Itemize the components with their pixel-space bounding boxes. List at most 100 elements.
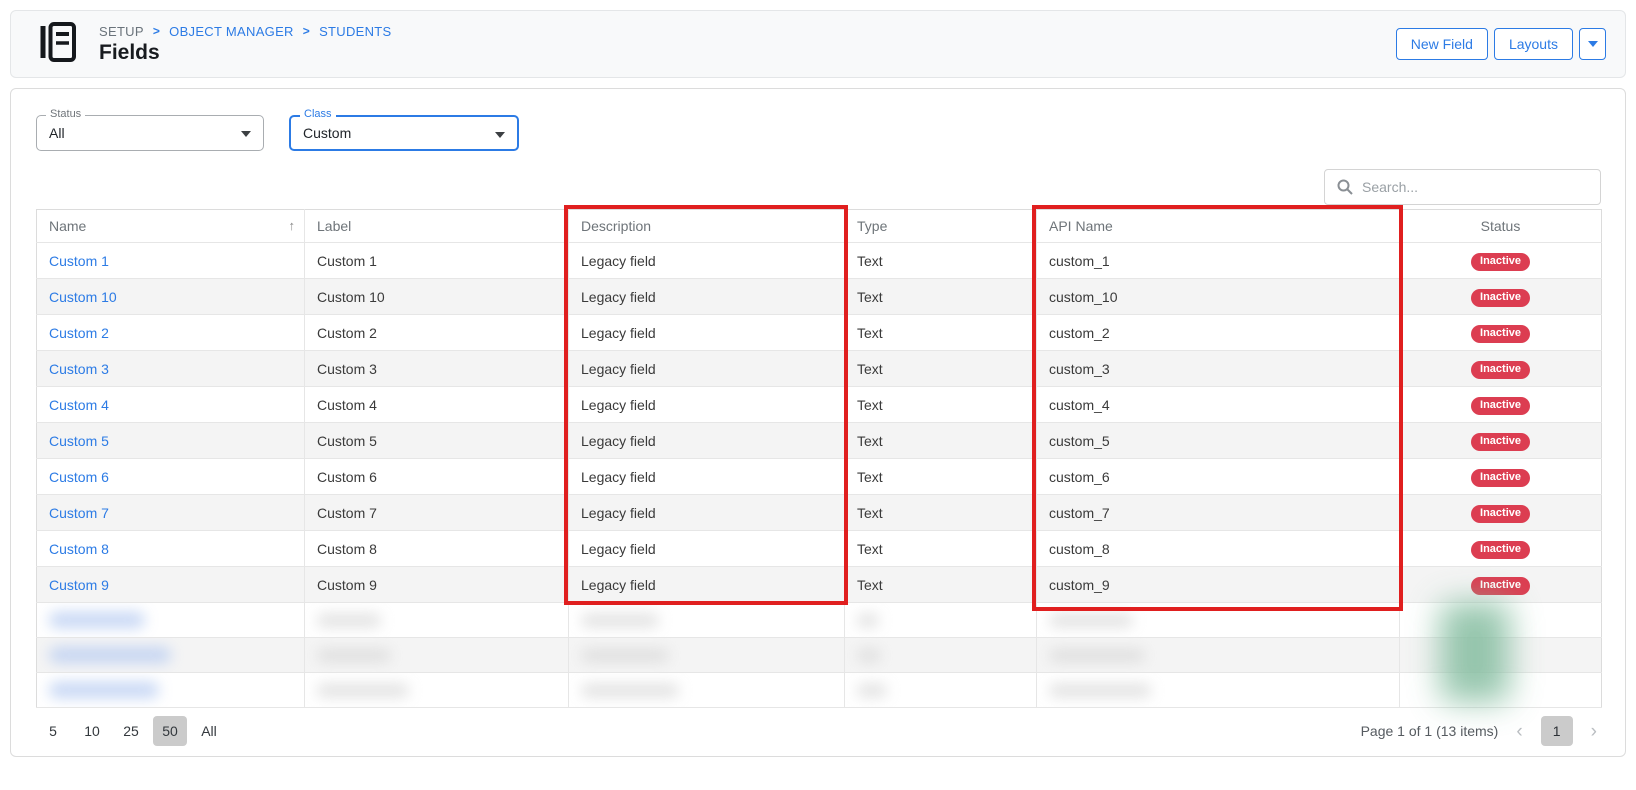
cell-api-name: custom_1: [1037, 243, 1400, 279]
cell-type: Text: [845, 387, 1037, 423]
cell-type: Text: [845, 495, 1037, 531]
status-badge: Inactive: [1471, 253, 1530, 271]
cell-api-name: custom_9: [1037, 567, 1400, 603]
cell-type: Text: [845, 243, 1037, 279]
status-badge: Inactive: [1471, 505, 1530, 523]
field-name-link[interactable]: Custom 7: [49, 505, 109, 521]
field-name-link[interactable]: Custom 6: [49, 469, 109, 485]
more-actions-button[interactable]: [1579, 28, 1606, 60]
cell-type: Text: [845, 459, 1037, 495]
page-number-button[interactable]: 1: [1541, 716, 1573, 746]
column-header-name[interactable]: Name ↑: [37, 210, 305, 243]
table-row: Custom 8Custom 8Legacy fieldTextcustom_8…: [37, 531, 1602, 567]
chevron-down-icon: [241, 131, 251, 137]
class-filter-label: Class: [300, 108, 336, 120]
cell-api-name: custom_7: [1037, 495, 1400, 531]
breadcrumb-students[interactable]: STUDENTS: [319, 24, 391, 39]
status-badge: Inactive: [1471, 361, 1530, 379]
new-field-button[interactable]: New Field: [1396, 28, 1488, 60]
field-name-link[interactable]: Custom 1: [49, 253, 109, 269]
page-navigation: Page 1 of 1 (13 items) ‹ 1 ›: [1361, 716, 1599, 746]
field-name-link[interactable]: Custom 8: [49, 541, 109, 557]
column-header-description[interactable]: Description: [569, 210, 845, 243]
column-header-status[interactable]: Status: [1400, 210, 1602, 243]
cell-status: Inactive: [1400, 567, 1602, 603]
field-name-link[interactable]: Custom 4: [49, 397, 109, 413]
status-badge: Inactive: [1471, 289, 1530, 307]
class-filter-select[interactable]: Class Custom: [289, 115, 519, 151]
cell-label: Custom 2: [305, 315, 569, 351]
cell-name: Custom 6: [37, 459, 305, 495]
field-name-link[interactable]: Custom 10: [49, 289, 117, 305]
next-page-button[interactable]: ›: [1589, 722, 1599, 741]
table-row: Custom 3Custom 3Legacy fieldTextcustom_3…: [37, 351, 1602, 387]
status-badge: Inactive: [1471, 541, 1530, 559]
chevron-down-icon: [1588, 41, 1598, 47]
cell-status: Inactive: [1400, 243, 1602, 279]
page-header: SETUP > OBJECT MANAGER > STUDENTS Fields…: [10, 10, 1626, 78]
field-name-link[interactable]: Custom 3: [49, 361, 109, 377]
chevron-down-icon: [495, 132, 505, 138]
column-header-api-name[interactable]: API Name: [1037, 210, 1400, 243]
cell-name: Custom 7: [37, 495, 305, 531]
sort-ascending-icon: ↑: [289, 218, 296, 233]
cell-type: Text: [845, 423, 1037, 459]
cell-label: Custom 6: [305, 459, 569, 495]
redacted-table-row: [37, 603, 1602, 638]
chevron-right-icon: >: [303, 24, 310, 38]
page-size-50[interactable]: 50: [153, 716, 187, 746]
cell-description: Legacy field: [569, 423, 845, 459]
page-size-5[interactable]: 5: [36, 716, 70, 746]
redacted-text-blob: [49, 612, 145, 628]
redacted-text-blob: [857, 684, 887, 697]
chevron-right-icon: >: [153, 24, 160, 38]
redacted-text-blob: [49, 647, 171, 663]
status-filter-value: All: [37, 116, 263, 150]
status-filter-label: Status: [46, 108, 85, 120]
cell-api-name: custom_5: [1037, 423, 1400, 459]
layouts-button[interactable]: Layouts: [1494, 28, 1573, 60]
search-box: [1324, 169, 1601, 205]
cell-status: Inactive: [1400, 423, 1602, 459]
cell-name: Custom 10: [37, 279, 305, 315]
redacted-text-blob: [1049, 614, 1133, 627]
cell-name: Custom 2: [37, 315, 305, 351]
fields-panel: Status All Class Custom Name: [10, 88, 1626, 757]
status-badge: Inactive: [1471, 469, 1530, 487]
object-fields-icon: [39, 21, 77, 68]
page-size-25[interactable]: 25: [114, 716, 148, 746]
cell-status: Inactive: [1400, 459, 1602, 495]
table-row: Custom 4Custom 4Legacy fieldTextcustom_4…: [37, 387, 1602, 423]
cell-api-name: custom_4: [1037, 387, 1400, 423]
cell-api-name: custom_2: [1037, 315, 1400, 351]
field-name-link[interactable]: Custom 9: [49, 577, 109, 593]
breadcrumb-object-manager[interactable]: OBJECT MANAGER: [169, 24, 294, 39]
redacted-text-blob: [317, 649, 391, 662]
page-size-10[interactable]: 10: [75, 716, 109, 746]
previous-page-button[interactable]: ‹: [1514, 722, 1524, 741]
table-row: Custom 5Custom 5Legacy fieldTextcustom_5…: [37, 423, 1602, 459]
column-header-label[interactable]: Label: [305, 210, 569, 243]
search-input[interactable]: [1362, 179, 1588, 195]
page-size-all[interactable]: All: [192, 716, 226, 746]
status-filter-select[interactable]: Status All: [36, 115, 264, 151]
field-name-link[interactable]: Custom 5: [49, 433, 109, 449]
page-title: Fields: [99, 41, 392, 65]
cell-name: Custom 9: [37, 567, 305, 603]
cell-api-name: custom_10: [1037, 279, 1400, 315]
cell-label: Custom 5: [305, 423, 569, 459]
field-name-link[interactable]: Custom 2: [49, 325, 109, 341]
cell-description: Legacy field: [569, 279, 845, 315]
table-row: Custom 9Custom 9Legacy fieldTextcustom_9…: [37, 567, 1602, 603]
cell-label: Custom 7: [305, 495, 569, 531]
class-filter-value: Custom: [291, 117, 517, 149]
redacted-text-blob: [581, 684, 679, 697]
column-header-type[interactable]: Type: [845, 210, 1037, 243]
redacted-text-blob: [317, 684, 409, 697]
cell-type: Text: [845, 279, 1037, 315]
redacted-text-blob: [1049, 649, 1145, 662]
redacted-text-blob: [857, 649, 881, 662]
cell-type: Text: [845, 315, 1037, 351]
status-badge: Inactive: [1471, 325, 1530, 343]
redacted-text-blob: [317, 614, 381, 627]
